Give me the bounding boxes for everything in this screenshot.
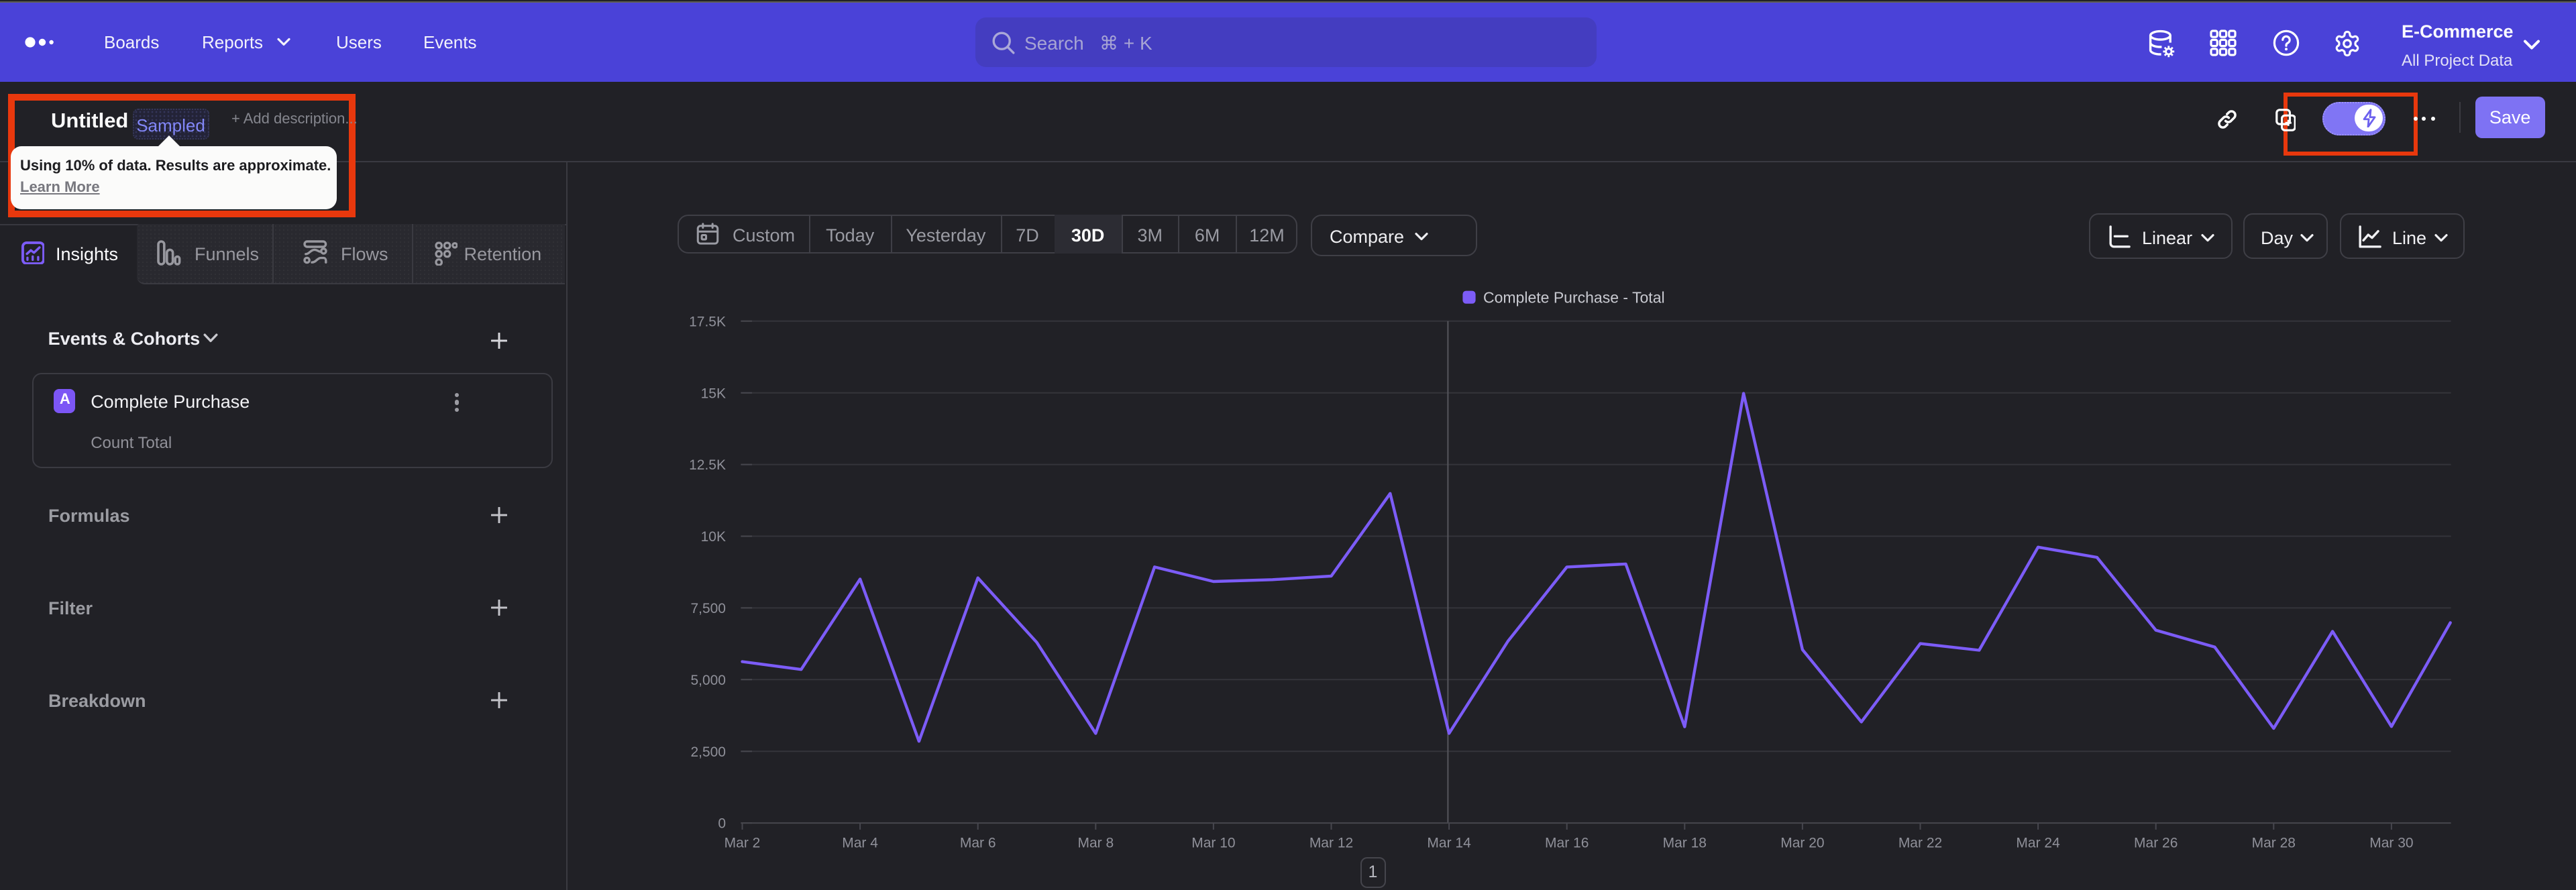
svg-text:Mar 24: Mar 24 [2016, 836, 2060, 851]
svg-text:15K: 15K [701, 386, 726, 401]
svg-text:Mar 18: Mar 18 [1663, 836, 1707, 851]
svg-text:Mar 28: Mar 28 [2252, 836, 2296, 851]
svg-text:Mar 8: Mar 8 [1077, 836, 1114, 851]
svg-text:Mar 22: Mar 22 [1898, 836, 1942, 851]
svg-text:7,500: 7,500 [690, 601, 726, 616]
svg-text:Mar 14: Mar 14 [1427, 836, 1471, 851]
svg-text:17.5K: 17.5K [689, 314, 726, 329]
svg-text:Mar 10: Mar 10 [1191, 836, 1235, 851]
svg-text:Mar 20: Mar 20 [1780, 836, 1824, 851]
svg-text:Mar 4: Mar 4 [842, 836, 878, 851]
svg-text:12.5K: 12.5K [689, 457, 726, 473]
svg-text:Complete Purchase - Total: Complete Purchase - Total [1483, 288, 1665, 306]
svg-text:10K: 10K [701, 529, 726, 545]
svg-text:Mar 16: Mar 16 [1545, 836, 1589, 851]
svg-text:Mar 30: Mar 30 [2369, 836, 2413, 851]
svg-text:Mar 12: Mar 12 [1309, 836, 1353, 851]
svg-text:Mar 2: Mar 2 [724, 836, 761, 851]
svg-text:Mar 6: Mar 6 [960, 836, 996, 851]
svg-text:2,500: 2,500 [690, 744, 726, 760]
svg-text:Mar 26: Mar 26 [2134, 836, 2178, 851]
svg-text:0: 0 [718, 816, 726, 832]
svg-text:5,000: 5,000 [690, 673, 726, 688]
